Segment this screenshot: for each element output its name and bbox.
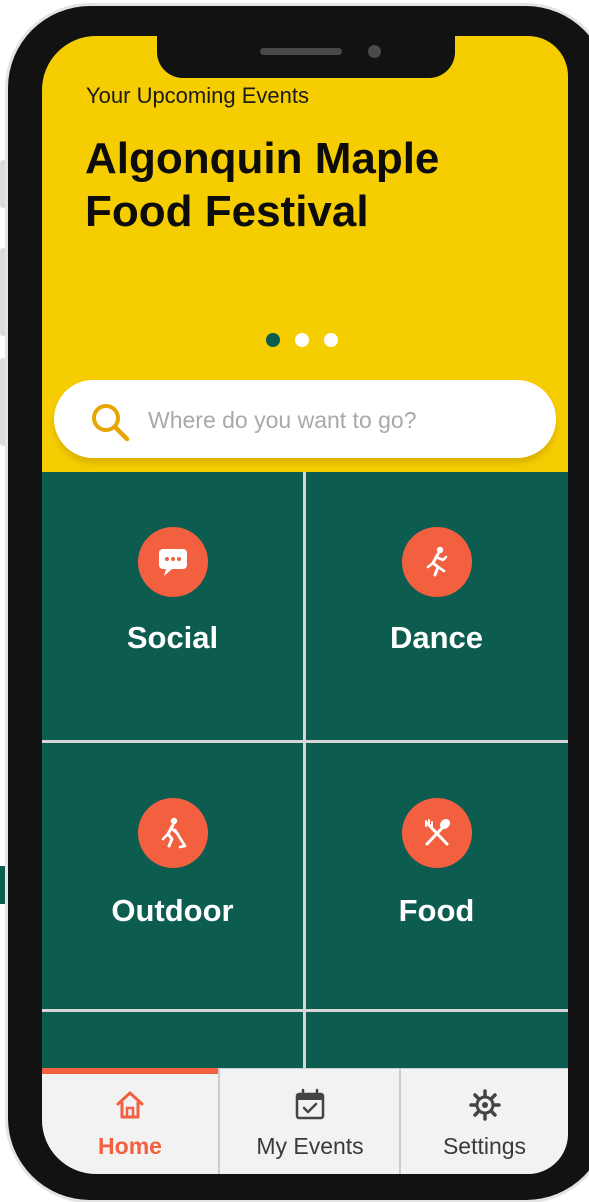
category-label: Outdoor — [111, 893, 234, 928]
fork-spoon-icon — [401, 798, 472, 868]
search-bar[interactable] — [54, 380, 556, 458]
home-icon — [116, 1091, 144, 1119]
tab-active-indicator — [42, 1068, 218, 1074]
banner-subtitle: Your Upcoming Events — [86, 83, 309, 108]
tab-home[interactable]: Home — [42, 1068, 218, 1174]
side-button-top — [0, 160, 6, 208]
tab-my-events[interactable]: My Events — [220, 1069, 400, 1174]
category-tile-dance[interactable]: Dance — [306, 472, 567, 732]
tab-label: My Events — [256, 1133, 364, 1159]
carousel-dot-3[interactable] — [324, 333, 338, 347]
front-camera — [368, 45, 381, 58]
gear-icon — [468, 1089, 501, 1121]
banner-event-title: Algonquin Maple Food Festival — [85, 134, 440, 236]
category-grid: Social Dance Outdoor Food — [42, 472, 568, 1068]
grid-divider-horizontal — [42, 1009, 568, 1012]
category-label: Food — [398, 893, 475, 928]
side-button-volume-up — [0, 248, 6, 336]
category-label: Social — [126, 620, 219, 655]
search-icon — [92, 404, 130, 442]
side-button-volume-down — [0, 358, 6, 446]
category-tile-food[interactable]: Food — [306, 743, 567, 1003]
category-label: Dance — [389, 620, 484, 655]
side-accent-mark — [0, 866, 5, 904]
tab-label: Settings — [442, 1133, 527, 1159]
carousel-dot-1[interactable] — [266, 333, 280, 347]
bottom-tab-bar: Home My Events Settings — [42, 1068, 568, 1174]
search-input[interactable] — [146, 396, 530, 444]
calendar-check-icon — [295, 1088, 325, 1120]
phone-notch — [157, 36, 455, 78]
hockey-player-icon — [137, 798, 208, 868]
category-tile-outdoor[interactable]: Outdoor — [42, 743, 303, 1003]
speaker-grille — [260, 48, 342, 55]
running-person-icon — [401, 527, 472, 597]
phone-screen: Your Upcoming Events Algonquin Maple Foo… — [42, 36, 568, 1174]
category-tile-social[interactable]: Social — [42, 472, 303, 732]
tab-settings[interactable]: Settings — [401, 1069, 568, 1174]
tab-label: Home — [98, 1133, 162, 1159]
carousel-dot-2[interactable] — [295, 333, 309, 347]
carousel-dots — [266, 333, 338, 347]
chat-bubble-icon — [137, 527, 208, 597]
